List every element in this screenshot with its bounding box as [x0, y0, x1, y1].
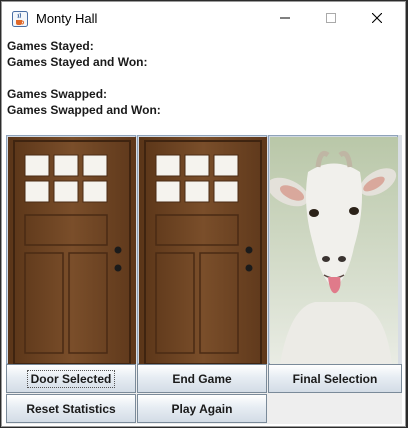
reset-statistics-label: Reset Statistics — [26, 401, 116, 416]
door-selected-button[interactable]: Door Selected — [6, 364, 136, 393]
play-again-label: Play Again — [171, 401, 233, 416]
door-3-button[interactable] — [268, 135, 398, 364]
games-stayed-label: Games Stayed: — [7, 39, 94, 53]
door-2-button[interactable] — [137, 135, 267, 364]
doors-panel — [6, 135, 402, 364]
close-icon — [372, 13, 382, 23]
statistics-panel: Games Stayed: Games Stayed and Won: Game… — [7, 38, 161, 118]
close-button[interactable] — [354, 2, 400, 34]
final-selection-button[interactable]: Final Selection — [268, 364, 402, 393]
games-swapped-label: Games Swapped: — [7, 87, 108, 101]
minimize-icon — [280, 17, 290, 19]
games-swapped-won-label: Games Swapped and Won: — [7, 103, 161, 117]
door-icon — [8, 137, 136, 364]
window-title: Monty Hall — [36, 11, 98, 26]
goat-icon — [270, 137, 398, 364]
button-grid: Door Selected End Game Final Selection R… — [6, 364, 402, 424]
final-selection-label: Final Selection — [292, 371, 378, 386]
maximize-button[interactable] — [308, 2, 354, 34]
minimize-button[interactable] — [262, 2, 308, 34]
java-cup-icon — [12, 11, 28, 27]
door-1-button[interactable] — [6, 135, 136, 364]
app-window: Monty Hall Games Stayed: Games Stayed an… — [1, 1, 406, 427]
door-selected-label: Door Selected — [26, 369, 116, 388]
play-again-button[interactable]: Play Again — [137, 394, 267, 423]
maximize-icon — [326, 13, 336, 23]
end-game-label: End Game — [172, 371, 232, 386]
reset-statistics-button[interactable]: Reset Statistics — [6, 394, 136, 423]
empty-grid-cell — [268, 394, 402, 424]
end-game-button[interactable]: End Game — [137, 364, 267, 393]
door-icon — [139, 137, 267, 364]
games-stayed-won-label: Games Stayed and Won: — [7, 55, 148, 69]
title-bar: Monty Hall — [2, 2, 405, 34]
